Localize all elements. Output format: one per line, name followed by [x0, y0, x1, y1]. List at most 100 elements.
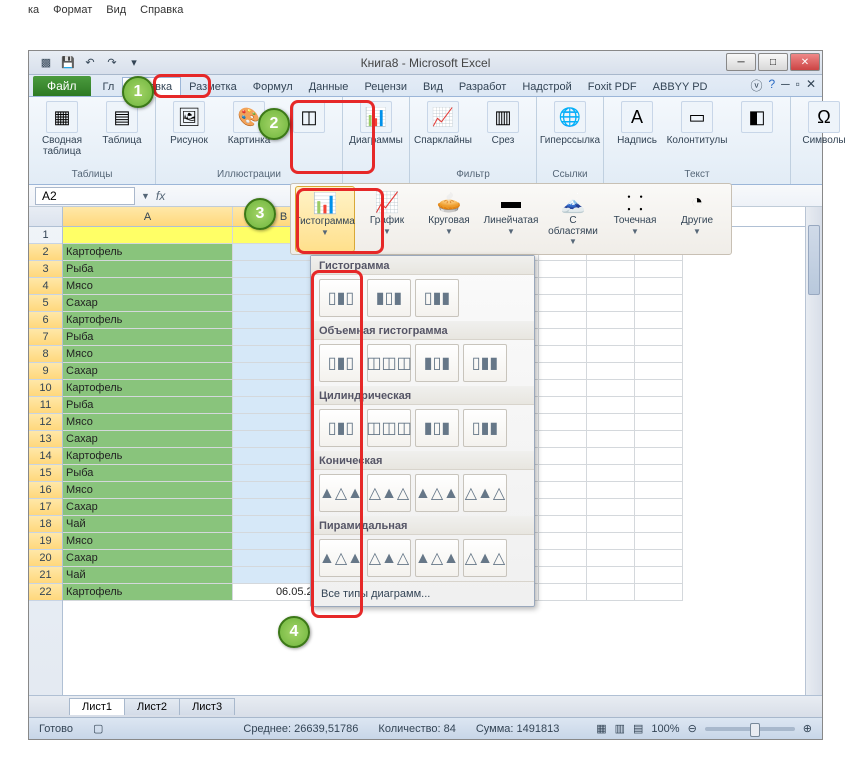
cell[interactable]	[635, 312, 683, 329]
cell[interactable]	[587, 278, 635, 295]
cell[interactable]	[587, 499, 635, 516]
window-close-icon[interactable]: ✕	[806, 77, 816, 94]
cell[interactable]: Картофель	[63, 244, 233, 261]
cell[interactable]: Картофель	[63, 584, 233, 601]
ribbon-символы[interactable]: ΩСимволы	[797, 101, 851, 146]
chart-type-круговая[interactable]: 🥧Круговая▼	[419, 186, 479, 252]
ribbon-рисунок[interactable]: 🖼Рисунок	[162, 101, 216, 146]
chart-subtype-item[interactable]: ▲△▲	[415, 539, 459, 577]
row-header-11[interactable]: 11	[29, 397, 62, 414]
row-header-2[interactable]: 2	[29, 244, 62, 261]
zoom-in-icon[interactable]: ⊕	[803, 722, 812, 735]
cell[interactable]	[539, 329, 587, 346]
row-header-19[interactable]: 19	[29, 533, 62, 550]
view-layout-icon[interactable]: ▥	[615, 722, 625, 735]
chart-type-точечная[interactable]: ⸬Точечная▼	[605, 186, 665, 252]
status-record-icon[interactable]: ▢	[93, 722, 103, 735]
col-header-A[interactable]: A	[63, 207, 233, 226]
cell[interactable]: Рыба	[63, 261, 233, 278]
ribbon-диаграммы[interactable]: 📊Диаграммы	[349, 101, 403, 146]
row-header-7[interactable]: 7	[29, 329, 62, 346]
view-normal-icon[interactable]: ▦	[596, 722, 606, 735]
cell[interactable]	[635, 482, 683, 499]
cell[interactable]	[539, 380, 587, 397]
cell[interactable]	[635, 397, 683, 414]
cell[interactable]	[635, 567, 683, 584]
cell[interactable]	[587, 346, 635, 363]
cell[interactable]: Мясо	[63, 533, 233, 550]
chart-subtype-item[interactable]: ▮▯▮	[415, 409, 459, 447]
sheet-tab-1[interactable]: Лист1	[69, 698, 125, 715]
window-restore-icon[interactable]: ▫	[796, 77, 800, 94]
qat-more-icon[interactable]: ▾	[125, 55, 143, 71]
ribbon-гиперссылка[interactable]: 🌐Гиперссылка	[543, 101, 597, 146]
cell[interactable]: Сахар	[63, 550, 233, 567]
tab-foxit[interactable]: Foxit PDF	[580, 78, 645, 96]
cell[interactable]	[635, 516, 683, 533]
row-header-9[interactable]: 9	[29, 363, 62, 380]
undo-icon[interactable]: ↶	[81, 55, 99, 71]
cell[interactable]	[587, 312, 635, 329]
chart-subtype-item[interactable]: ▯▮▮	[463, 409, 507, 447]
sheet-tab-3[interactable]: Лист3	[179, 698, 235, 715]
cell[interactable]	[539, 261, 587, 278]
row-header-21[interactable]: 21	[29, 567, 62, 584]
row-header-1[interactable]: 1	[29, 227, 62, 244]
cell[interactable]	[587, 516, 635, 533]
ribbon-таблица[interactable]: ▤Таблица	[95, 101, 149, 146]
row-header-12[interactable]: 12	[29, 414, 62, 431]
cell[interactable]	[539, 312, 587, 329]
chart-type-график[interactable]: 📈График▼	[357, 186, 417, 252]
chart-subtype-item[interactable]: ▲△▲	[319, 474, 363, 512]
row-header-13[interactable]: 13	[29, 431, 62, 448]
vertical-scrollbar[interactable]	[805, 207, 822, 695]
row-header-8[interactable]: 8	[29, 346, 62, 363]
cell[interactable]	[587, 363, 635, 380]
cell[interactable]	[587, 448, 635, 465]
cell[interactable]	[635, 414, 683, 431]
cell[interactable]	[587, 550, 635, 567]
redo-icon[interactable]: ↷	[103, 55, 121, 71]
chart-subtype-item[interactable]: △▲△	[367, 474, 411, 512]
cell[interactable]	[635, 431, 683, 448]
cell[interactable]	[539, 550, 587, 567]
cell[interactable]	[587, 584, 635, 601]
row-header-14[interactable]: 14	[29, 448, 62, 465]
cell[interactable]	[587, 295, 635, 312]
fx-icon[interactable]: fx	[156, 189, 165, 203]
cell[interactable]: Рыба	[63, 465, 233, 482]
cell[interactable]	[635, 278, 683, 295]
cell[interactable]	[587, 567, 635, 584]
cell[interactable]: Картофель	[63, 380, 233, 397]
cell[interactable]	[587, 397, 635, 414]
cell[interactable]: Картофель	[63, 312, 233, 329]
window-min-icon[interactable]: ─	[781, 77, 790, 94]
cell[interactable]	[63, 227, 233, 244]
cell[interactable]	[635, 448, 683, 465]
cell[interactable]: Мясо	[63, 278, 233, 295]
cell[interactable]	[587, 261, 635, 278]
tab-abbyy[interactable]: ABBYY PD	[645, 78, 716, 96]
cell[interactable]	[587, 329, 635, 346]
chart-subtype-item[interactable]: ▲△▲	[415, 474, 459, 512]
cell[interactable]	[635, 346, 683, 363]
row-header-22[interactable]: 22	[29, 584, 62, 601]
file-tab[interactable]: Файл	[33, 76, 91, 96]
sheet-tab-2[interactable]: Лист2	[124, 698, 180, 715]
cell[interactable]	[539, 414, 587, 431]
cell[interactable]: Чай	[63, 516, 233, 533]
ribbon-btn[interactable]: ◫	[282, 101, 336, 135]
name-box[interactable]: A2	[35, 187, 135, 205]
tab-review[interactable]: Рецензи	[356, 78, 415, 96]
cell[interactable]	[539, 278, 587, 295]
view-break-icon[interactable]: ▤	[633, 722, 643, 735]
row-header-20[interactable]: 20	[29, 550, 62, 567]
cell[interactable]	[635, 295, 683, 312]
tab-addins[interactable]: Надстрой	[514, 78, 579, 96]
chart-subtype-item[interactable]: △▲△	[367, 539, 411, 577]
cell[interactable]	[635, 363, 683, 380]
cell[interactable]	[539, 567, 587, 584]
cell[interactable]	[539, 431, 587, 448]
cell[interactable]: Мясо	[63, 482, 233, 499]
chart-subtype-item[interactable]: ▮▯▮	[415, 344, 459, 382]
